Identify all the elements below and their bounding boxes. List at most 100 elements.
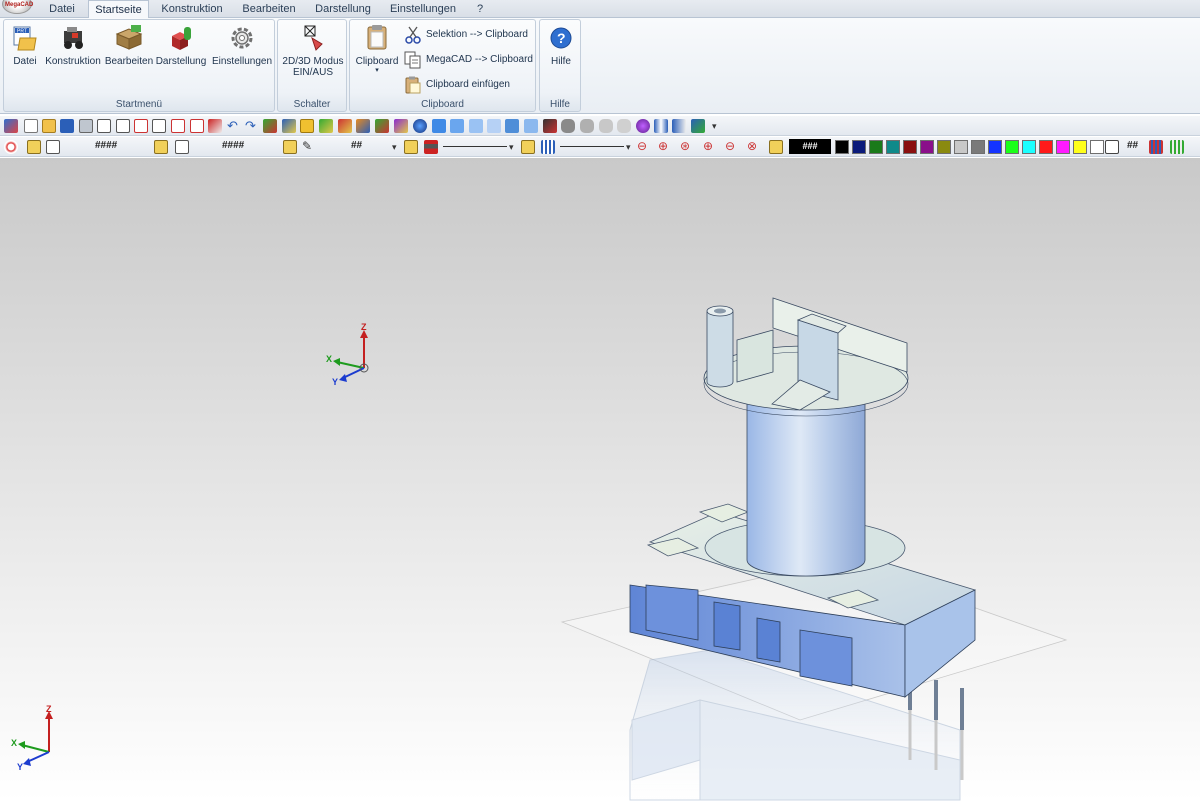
tab-darstellung[interactable]: Darstellung (312, 0, 374, 18)
shade-icon[interactable] (413, 119, 427, 133)
pen-icon[interactable]: ✎ (302, 140, 316, 154)
erase-icon[interactable] (208, 119, 222, 133)
export-icon[interactable] (116, 119, 130, 133)
viewport-canvas[interactable]: Z X Y Z X Y (0, 158, 1200, 801)
tab-bearbeiten[interactable]: Bearbeiten (240, 0, 298, 18)
color-swatch-blue[interactable] (988, 140, 1002, 154)
lock2-icon[interactable] (154, 140, 168, 154)
tab-datei[interactable]: Datei (43, 0, 81, 18)
color-swatch-olive[interactable] (937, 140, 951, 154)
zoom-in-icon[interactable]: ⊕ (703, 140, 717, 154)
color-swatch-gray[interactable] (971, 140, 985, 154)
color-swatch-silver[interactable] (954, 140, 968, 154)
3d-viewport[interactable]: Z X Y Z X Y (0, 158, 1200, 801)
view-top-icon[interactable] (450, 119, 464, 133)
datei-button[interactable]: PRT Datei (8, 24, 42, 67)
open-folder-icon[interactable] (42, 119, 56, 133)
print-icon[interactable] (79, 119, 93, 133)
darstellung-button[interactable]: Darstellung (154, 24, 208, 67)
zoom-prev-icon[interactable]: ⊖ (725, 140, 739, 154)
konstruktion-button[interactable]: Konstruktion (44, 24, 102, 67)
selection-to-clipboard-button[interactable]: Selektion --> Clipboard (404, 25, 528, 45)
scale-icon[interactable] (375, 119, 389, 133)
snap-icon[interactable] (263, 119, 277, 133)
dpsl-icon[interactable] (636, 119, 650, 133)
toolbar-units-icon[interactable] (4, 119, 18, 133)
color-swatch-red[interactable] (1039, 140, 1053, 154)
color-swatch-magenta[interactable] (1056, 140, 1070, 154)
cylinder4-icon[interactable] (617, 119, 631, 133)
measure-icon[interactable] (282, 119, 296, 133)
linewidth-icon[interactable] (424, 140, 438, 154)
view-front-icon[interactable] (432, 119, 446, 133)
group-icon[interactable] (175, 140, 189, 154)
color-swatch-yellow[interactable] (1073, 140, 1087, 154)
color-swatch-navy[interactable] (852, 140, 866, 154)
save-icon[interactable] (60, 119, 74, 133)
hidden-lines-icon[interactable] (543, 119, 557, 133)
lock-icon[interactable] (27, 140, 41, 154)
megacad-to-clipboard-button[interactable]: MegaCAD --> Clipboard (404, 50, 533, 70)
palette-icon[interactable] (1149, 140, 1163, 154)
undo-icon[interactable]: ↶ (227, 119, 241, 133)
new-file-icon[interactable] (24, 119, 38, 133)
rotate-icon[interactable] (338, 119, 352, 133)
einstellungen-button[interactable]: Einstellungen (210, 24, 274, 67)
cylinder2-icon[interactable] (580, 119, 594, 133)
lock6-icon[interactable] (769, 140, 783, 154)
section-icon[interactable] (654, 119, 668, 133)
toolbar-overflow-icon[interactable]: ▾ (712, 119, 726, 133)
render-icon[interactable] (394, 119, 408, 133)
clipboard-button[interactable]: Clipboard ▾ (352, 24, 402, 75)
lock4-icon[interactable] (404, 140, 418, 154)
zoom-next-icon[interactable]: ⊗ (747, 140, 761, 154)
linewidth-preview[interactable] (443, 146, 507, 147)
snap-point-icon[interactable] (4, 140, 18, 154)
mode-2d3d-button[interactable]: 2D/3D Modus EIN/AUS (280, 24, 346, 78)
redo-icon[interactable]: ↷ (245, 119, 259, 133)
zoom-out-icon[interactable]: ⊖ (637, 140, 651, 154)
color-swatch-black[interactable] (835, 140, 849, 154)
plot-icon[interactable] (171, 119, 185, 133)
cylinder3-icon[interactable] (599, 119, 613, 133)
move-icon[interactable] (319, 119, 333, 133)
layer-icon[interactable] (46, 140, 60, 154)
hilfe-button[interactable]: ? Hilfe (542, 24, 580, 67)
paste-clipboard-button[interactable]: Clipboard einfügen (404, 75, 510, 95)
current-color-field[interactable]: ### (789, 139, 831, 154)
tree-icon[interactable] (691, 119, 705, 133)
color-swatch-teal[interactable] (886, 140, 900, 154)
bearbeiten-button[interactable]: Bearbeiten (104, 24, 154, 67)
tab-einstellungen[interactable]: Einstellungen (388, 0, 458, 18)
tab-konstruktion[interactable]: Konstruktion (158, 0, 226, 18)
cylinder-icon[interactable] (561, 119, 575, 133)
linetype-preview[interactable] (560, 146, 624, 147)
view-iso2-icon[interactable] (505, 119, 519, 133)
layout-icon[interactable] (152, 119, 166, 133)
color-swatch-cyan[interactable] (1022, 140, 1036, 154)
color-swatch-lime[interactable] (1005, 140, 1019, 154)
color-swatch-green[interactable] (869, 140, 883, 154)
color-swatch-purple[interactable] (920, 140, 934, 154)
view-iso-icon[interactable] (487, 119, 501, 133)
pdf-icon[interactable] (134, 119, 148, 133)
print-preview-icon[interactable] (97, 119, 111, 133)
parts-icon[interactable] (672, 119, 686, 133)
tab-help[interactable]: ? (472, 0, 488, 18)
view-iso3-icon[interactable] (524, 119, 538, 133)
color-picker-icon[interactable] (1105, 140, 1119, 154)
group-field[interactable]: #### (222, 140, 244, 151)
lock5-icon[interactable] (521, 140, 535, 154)
color-swatch-maroon[interactable] (903, 140, 917, 154)
tab-startseite[interactable]: Startseite (88, 0, 149, 19)
linetype-icon[interactable] (541, 140, 555, 154)
view-right-icon[interactable] (469, 119, 483, 133)
plot-setup-icon[interactable] (190, 119, 204, 133)
color-swatch-white[interactable] (1090, 140, 1104, 154)
layer-field[interactable]: #### (95, 140, 117, 151)
lock3-icon[interactable] (283, 140, 297, 154)
hash-field[interactable]: ## (1127, 140, 1138, 151)
zoom-all-icon[interactable]: ⊛ (680, 140, 694, 154)
box-icon[interactable] (300, 119, 314, 133)
mirror-icon[interactable] (356, 119, 370, 133)
